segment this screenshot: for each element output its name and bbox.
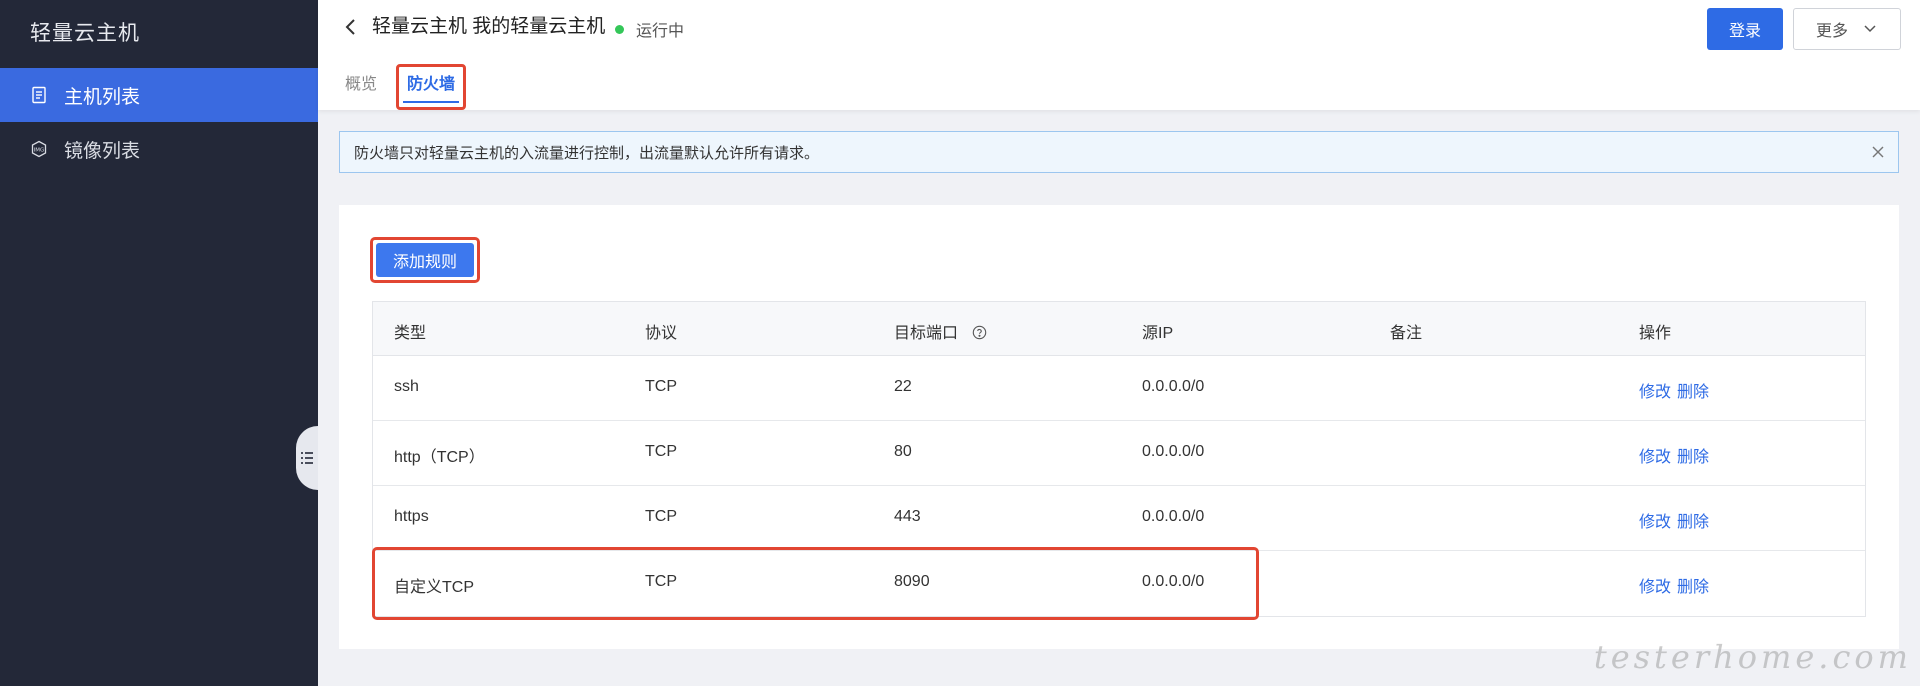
sidebar-item-host-list[interactable]: 主机列表 bbox=[0, 68, 318, 122]
app-root: 轻量云主机 主机列表 IMG 镜像列表 轻量云主机 我的轻量云主机 运行中 概览… bbox=[0, 0, 1920, 686]
more-dropdown-button[interactable]: 更多 bbox=[1793, 8, 1901, 50]
table-header: 类型 协议 目标端口 源IP 备注 操作 bbox=[373, 302, 1865, 356]
watermark: testerhome.com bbox=[1593, 638, 1912, 676]
sidebar: 轻量云主机 主机列表 IMG 镜像列表 bbox=[0, 0, 318, 686]
cell-protocol: TCP bbox=[645, 443, 677, 460]
table-row: https TCP 443 0.0.0.0/0 修改 删除 bbox=[373, 486, 1865, 551]
edit-link[interactable]: 修改 bbox=[1639, 384, 1671, 401]
page-title: 轻量云主机 我的轻量云主机 bbox=[372, 16, 606, 37]
cell-actions: 修改 删除 bbox=[1639, 508, 1715, 532]
column-header-protocol: 协议 bbox=[645, 325, 678, 342]
cell-type: ssh bbox=[394, 378, 419, 395]
firewall-card: 添加规则 类型 协议 目标端口 源IP 备注 操作 ssh TCP 22 0.0… bbox=[339, 205, 1899, 649]
sidebar-item-label: 主机列表 bbox=[64, 86, 141, 108]
status-dot bbox=[615, 24, 624, 34]
sidebar-title: 轻量云主机 bbox=[30, 22, 140, 45]
page-header: 轻量云主机 我的轻量云主机 运行中 概览 防火墙 登录 更多 bbox=[318, 0, 1920, 110]
column-header-port: 目标端口 bbox=[894, 319, 987, 343]
cell-protocol: TCP bbox=[645, 573, 677, 590]
edit-link[interactable]: 修改 bbox=[1639, 449, 1671, 466]
sidebar-item-label: 镜像列表 bbox=[64, 140, 141, 162]
active-tab-underline bbox=[403, 101, 459, 103]
sidebar-item-image-list[interactable]: IMG 镜像列表 bbox=[0, 122, 318, 176]
table-row: 自定义TCP TCP 8090 0.0.0.0/0 修改 删除 bbox=[373, 551, 1865, 616]
column-header-type: 类型 bbox=[394, 325, 427, 342]
add-rule-highlight: 添加规则 bbox=[370, 237, 480, 283]
sidebar-collapse-handle[interactable] bbox=[296, 426, 318, 490]
info-alert: 防火墙只对轻量云主机的入流量进行控制，出流量默认允许所有请求。 bbox=[339, 131, 1899, 173]
delete-link[interactable]: 删除 bbox=[1677, 449, 1709, 466]
column-header-source-ip: 源IP bbox=[1142, 325, 1174, 342]
table-row: ssh TCP 22 0.0.0.0/0 修改 删除 bbox=[373, 356, 1865, 421]
cell-port: 22 bbox=[894, 378, 912, 395]
cell-port: 443 bbox=[894, 508, 921, 525]
tab-firewall[interactable]: 防火墙 bbox=[396, 64, 466, 110]
cell-source-ip: 0.0.0.0/0 bbox=[1142, 378, 1205, 395]
cell-source-ip: 0.0.0.0/0 bbox=[1142, 573, 1205, 590]
cell-port: 80 bbox=[894, 443, 912, 460]
list-collapse-icon bbox=[301, 452, 313, 464]
delete-link[interactable]: 删除 bbox=[1677, 384, 1709, 401]
cell-source-ip: 0.0.0.0/0 bbox=[1142, 508, 1205, 525]
tab-firewall-label: 防火墙 bbox=[406, 76, 455, 93]
login-button[interactable]: 登录 bbox=[1707, 8, 1783, 50]
cell-protocol: TCP bbox=[645, 378, 677, 395]
cell-type: 自定义TCP bbox=[394, 579, 475, 596]
image-hexagon-icon: IMG bbox=[30, 140, 48, 158]
table-row: http（TCP） TCP 80 0.0.0.0/0 修改 删除 bbox=[373, 421, 1865, 486]
cell-actions: 修改 删除 bbox=[1639, 573, 1715, 597]
firewall-rules-table: 类型 协议 目标端口 源IP 备注 操作 ssh TCP 22 0.0.0.0/… bbox=[372, 301, 1866, 617]
column-header-note: 备注 bbox=[1390, 325, 1423, 342]
help-circle-icon[interactable] bbox=[972, 325, 987, 340]
more-label: 更多 bbox=[1815, 23, 1848, 40]
cell-source-ip: 0.0.0.0/0 bbox=[1142, 443, 1205, 460]
edit-link[interactable]: 修改 bbox=[1639, 579, 1671, 596]
edit-link[interactable]: 修改 bbox=[1639, 514, 1671, 531]
back-arrow-icon[interactable] bbox=[340, 16, 362, 38]
column-header-port-label: 目标端口 bbox=[894, 325, 959, 342]
cell-protocol: TCP bbox=[645, 508, 677, 525]
cell-port: 8090 bbox=[894, 573, 930, 590]
status-text: 运行中 bbox=[636, 23, 685, 40]
alert-text: 防火墙只对轻量云主机的入流量进行控制，出流量默认允许所有请求。 bbox=[354, 144, 820, 162]
column-header-actions: 操作 bbox=[1639, 325, 1672, 342]
cell-actions: 修改 删除 bbox=[1639, 378, 1715, 402]
add-rule-button[interactable]: 添加规则 bbox=[376, 243, 474, 277]
close-icon[interactable] bbox=[1870, 144, 1886, 160]
delete-link[interactable]: 删除 bbox=[1677, 514, 1709, 531]
cell-type: http（TCP） bbox=[394, 449, 485, 466]
cell-type: https bbox=[394, 508, 429, 525]
document-list-icon bbox=[30, 86, 48, 104]
status-indicator: 运行中 bbox=[615, 17, 684, 41]
delete-link[interactable]: 删除 bbox=[1677, 579, 1709, 596]
tab-overview[interactable]: 概览 bbox=[345, 70, 377, 94]
cell-actions: 修改 删除 bbox=[1639, 443, 1715, 467]
chevron-down-icon bbox=[1862, 21, 1878, 37]
svg-text:IMG: IMG bbox=[34, 148, 45, 154]
